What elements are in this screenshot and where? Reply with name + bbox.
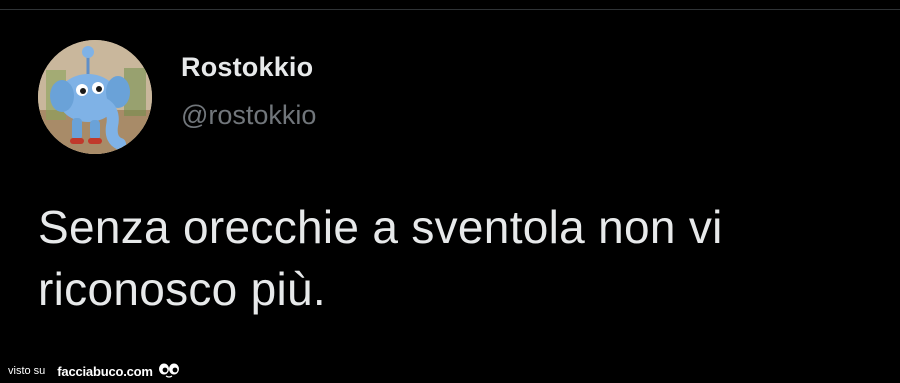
top-divider (0, 9, 900, 10)
eyes-icon (158, 363, 179, 378)
avatar[interactable] (38, 40, 152, 154)
display-name[interactable]: Rostokkio (181, 52, 313, 83)
watermark: visto su facciabuco.com (8, 361, 180, 381)
cartoon-elephant-avatar-icon (38, 40, 152, 154)
tweet-text: Senza orecchie a sventola non vi riconos… (38, 201, 723, 315)
watermark-site: facciabuco.com (57, 363, 153, 379)
tweet-screenshot: Rostokkio @rostokkio Senza orecchie a sv… (0, 0, 900, 383)
watermark-prefix: visto su (8, 365, 46, 377)
user-handle[interactable]: @rostokkio (181, 100, 316, 131)
